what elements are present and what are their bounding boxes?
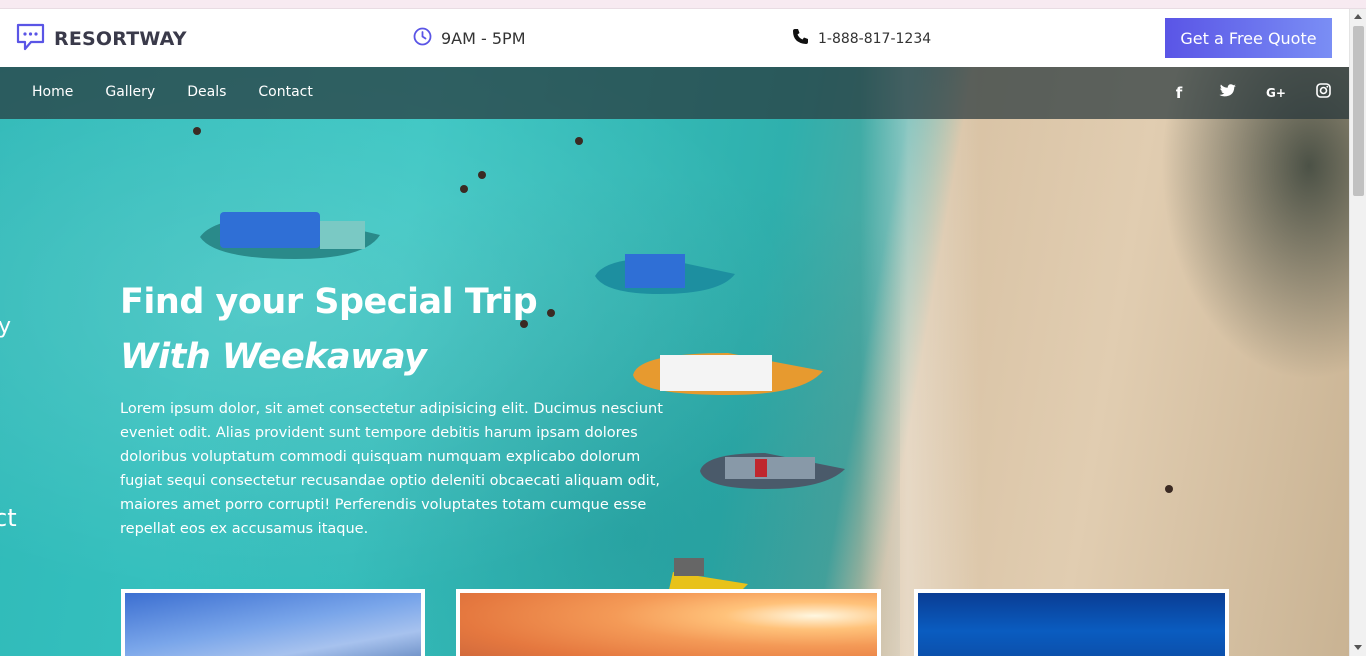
offscreen-slide-fragment: y: [0, 314, 12, 339]
clock-icon: [413, 27, 432, 50]
business-hours: 9AM - 5PM: [413, 27, 526, 50]
swimmer: [575, 137, 583, 145]
surf-line: [860, 67, 980, 656]
phone-contact[interactable]: 1-888-817-1234: [792, 28, 931, 49]
offscreen-slide-fragment: ct: [0, 504, 17, 532]
nav-link-deals[interactable]: Deals: [187, 84, 226, 100]
scrollbar-thumb[interactable]: [1353, 26, 1364, 196]
google-plus-icon[interactable]: G+: [1266, 86, 1286, 100]
hero-title: Find your Special Trip: [120, 282, 538, 322]
page-scrollbar[interactable]: [1349, 9, 1366, 656]
swimmer: [478, 171, 486, 179]
hours-text: 9AM - 5PM: [441, 29, 526, 48]
instagram-icon[interactable]: [1314, 83, 1332, 102]
phone-number: 1-888-817-1234: [818, 30, 932, 47]
swimmer: [460, 185, 468, 193]
gallery-thumb-sunset[interactable]: [456, 589, 881, 656]
hero-description: Lorem ipsum dolor, sit amet consectetur …: [120, 401, 663, 537]
main-nav: Home Gallery Deals Contact f G+: [0, 67, 1349, 119]
gallery-thumb-diving[interactable]: [914, 589, 1229, 656]
phone-icon: [792, 28, 809, 49]
nav-link-contact[interactable]: Contact: [258, 84, 312, 100]
get-free-quote-button[interactable]: Get a Free Quote: [1165, 18, 1332, 58]
scroll-up-arrow-icon[interactable]: [1354, 14, 1362, 19]
nav-link-gallery[interactable]: Gallery: [105, 84, 155, 100]
boat-image: [700, 453, 845, 489]
logo-text: RESORTWAY: [54, 28, 187, 50]
swimmer: [547, 309, 555, 317]
boat-image: [200, 212, 380, 259]
boat-image: [668, 558, 748, 594]
beach-person: [1165, 485, 1173, 493]
social-links: f G+: [1170, 83, 1332, 102]
site-header: RESORTWAY 9AM - 5PM 1-888-817-1234 Get a…: [0, 9, 1349, 67]
boat-image: [633, 353, 823, 395]
chat-bubble-icon: [15, 22, 46, 56]
browser-top-strip: [0, 0, 1366, 9]
logo[interactable]: RESORTWAY: [15, 22, 187, 56]
boat-image: [595, 254, 735, 294]
hero-subtitle: With Weekaway: [120, 337, 427, 377]
facebook-icon[interactable]: f: [1170, 84, 1188, 102]
nav-links: Home Gallery Deals Contact: [32, 84, 345, 100]
gallery-thumb-palm[interactable]: [121, 589, 425, 656]
scroll-down-arrow-icon[interactable]: [1354, 645, 1362, 650]
swimmer: [193, 127, 201, 135]
twitter-icon[interactable]: [1218, 83, 1236, 102]
nav-link-home[interactable]: Home: [32, 84, 73, 100]
